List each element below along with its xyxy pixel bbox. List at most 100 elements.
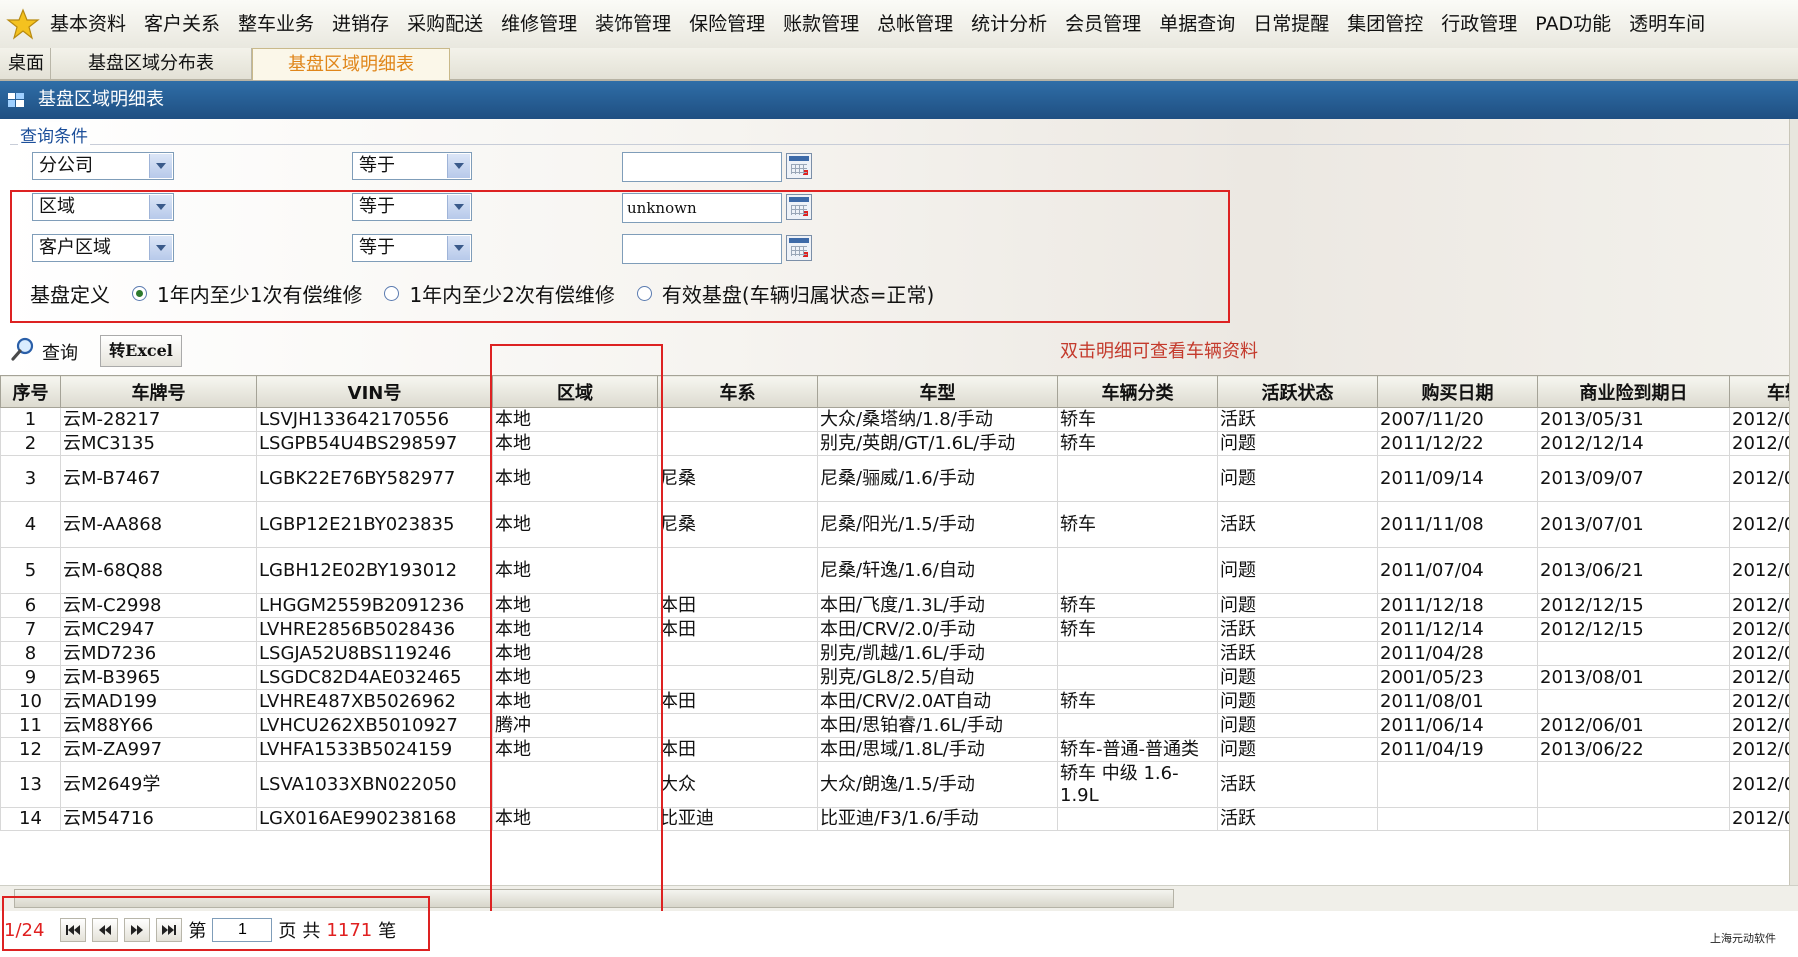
table-cell: 2011/04/28 (1377, 641, 1538, 666)
field-select-branch[interactable]: 分公司 (32, 152, 174, 180)
table-cell: 别克/英朗/GT/1.6L/手动 (817, 431, 1058, 456)
table-header-row: 序号车牌号VIN号区域车系车型车辆分类活跃状态购买日期商业险到期日车辆 (0, 375, 1798, 408)
table-cell: 2011/09/14 (1377, 455, 1538, 502)
chevron-down-icon[interactable] (447, 154, 470, 178)
table-cell: 2011/07/04 (1377, 547, 1538, 594)
column-header[interactable]: 车牌号 (60, 375, 257, 408)
tab-base-region-detail[interactable]: 基盘区域明细表 (252, 48, 450, 80)
table-row[interactable]: 7 云MC2947 LVHRE2856B5028436 本地 本田 本田/CRV/2.0/… (0, 617, 1798, 642)
export-excel-button[interactable]: 转Excel (100, 335, 182, 367)
table-cell: 本田 (657, 737, 818, 762)
table-cell: LGBH12E02BY193012 (256, 547, 493, 594)
column-header[interactable]: 商业险到期日 (1537, 375, 1730, 408)
vertical-scrollbar[interactable] (1789, 119, 1798, 885)
highlight-box-pager (2, 896, 430, 951)
column-header[interactable]: 区域 (492, 375, 658, 408)
menu-item[interactable]: 维修管理 (492, 0, 586, 48)
menu-item[interactable]: 保险管理 (680, 0, 774, 48)
menu-item[interactable]: 采购配送 (398, 0, 492, 48)
table-cell (1057, 547, 1218, 594)
table-cell: LHGGM2559B2091236 (256, 593, 493, 618)
table-cell (1057, 713, 1218, 738)
tab-base-region-distribution[interactable]: 基盘区域分布表 (50, 48, 252, 79)
column-header[interactable]: 活跃状态 (1217, 375, 1378, 408)
table-cell: 本地 (492, 501, 658, 548)
search-icon[interactable] (10, 336, 36, 362)
table-cell: 2012/0 (1729, 737, 1798, 762)
column-header[interactable]: 车型 (817, 375, 1058, 408)
menu-item[interactable]: 日常提醒 (1244, 0, 1338, 48)
table-cell: 2012/0 (1729, 547, 1798, 594)
table-row[interactable]: 6 云M-C2998 LHGGM2559B2091236 本地 本田 本田/飞度/1.3L… (0, 593, 1798, 618)
column-header[interactable]: VIN号 (256, 375, 493, 408)
table-cell: 2012/0 (1729, 455, 1798, 502)
column-header[interactable]: 车辆分类 (1057, 375, 1218, 408)
table-row[interactable]: 13 云M2649学 LSVA1033XBN022050 大众 大众/朗逸/1.5/手动… (0, 761, 1798, 808)
chevron-down-icon[interactable] (149, 154, 172, 178)
table-cell: 2011/12/14 (1377, 617, 1538, 642)
tab-desktop[interactable]: 桌面 (4, 48, 48, 79)
table-cell (657, 641, 818, 666)
column-header[interactable]: 车辆 (1729, 375, 1798, 408)
table-row[interactable]: 10 云MAD199 LVHRE487XB5026962 本地 本田 本田/CRV/2.0… (0, 689, 1798, 714)
table-cell: 问题 (1217, 689, 1378, 714)
table-row[interactable]: 3 云M-B7467 LGBK22E76BY582977 本地 尼桑 尼桑/骊威/1.6/… (0, 455, 1798, 502)
table-cell: 问题 (1217, 455, 1378, 502)
menu-item[interactable]: 基本资料 (48, 0, 135, 48)
table-cell: 2013/06/21 (1537, 547, 1730, 594)
calendar-icon[interactable] (786, 153, 812, 179)
table-row[interactable]: 5 云M-68Q88 LGBH12E02BY193012 本地 尼桑/轩逸/1.6/自动… (0, 547, 1798, 594)
operator-select-branch[interactable]: 等于 (352, 152, 472, 180)
menu-item[interactable]: 统计分析 (962, 0, 1056, 48)
column-header[interactable]: 序号 (0, 375, 61, 408)
favorites-star-icon[interactable] (6, 8, 40, 40)
table-row[interactable]: 14 云M54716 LGX016AE990238168 本地 比亚迪 比亚迪/F3/1.… (0, 807, 1798, 831)
menu-item[interactable]: 总帐管理 (868, 0, 962, 48)
menu-item[interactable]: 单据查询 (1150, 0, 1244, 48)
table-cell: LVHCU262XB5010927 (256, 713, 493, 738)
column-header[interactable]: 购买日期 (1377, 375, 1538, 408)
menu-item[interactable]: 进销存 (323, 0, 398, 48)
table-cell: 本田 (657, 593, 818, 618)
table-cell: 6 (0, 593, 61, 618)
menu-item[interactable]: 账款管理 (774, 0, 868, 48)
table-cell: 尼桑/阳光/1.5/手动 (817, 501, 1058, 548)
menu-item[interactable]: 行政管理 (1432, 0, 1526, 48)
brand-label: 上海元动软件 (1710, 932, 1776, 945)
menu-item[interactable]: 整车业务 (229, 0, 323, 48)
column-header[interactable]: 车系 (657, 375, 818, 408)
table-row[interactable]: 4 云M-AA868 LGBP12E21BY023835 本地 尼桑 尼桑/阳光/1.5/… (0, 501, 1798, 548)
table-row[interactable]: 1 云M-28217 LSVJH133642170556 本地 大众/桑塔纳/1.8/手… (0, 407, 1798, 432)
table-cell: 2013/06/22 (1537, 737, 1730, 762)
table-cell: 轿车 (1057, 689, 1218, 714)
table-row[interactable]: 11 云M88Y66 LVHCU262XB5010927 腾冲 本田/思铂睿/1.6L/… (0, 713, 1798, 738)
table-cell: 别克/凯越/1.6L/手动 (817, 641, 1058, 666)
menu-item[interactable]: 客户关系 (135, 0, 229, 48)
tab-strip: 桌面 基盘区域分布表 基盘区域明细表 (0, 48, 1798, 81)
menu-item[interactable]: 会员管理 (1056, 0, 1150, 48)
table-cell: 云M54716 (60, 807, 257, 831)
table-row[interactable]: 9 云M-B3965 LSGDC82D4AE032465 本地 别克/GL8/2.5/自… (0, 665, 1798, 690)
table-cell: 12 (0, 737, 61, 762)
value-input-branch[interactable] (627, 154, 777, 180)
table-row[interactable]: 8 云MD7236 LSGJA52U8BS119246 本地 别克/凯越/1.6L/手动… (0, 641, 1798, 666)
table-cell: 2013/05/31 (1537, 407, 1730, 432)
menu-item[interactable]: 透明车间 (1620, 0, 1714, 48)
query-button[interactable]: 查询 (42, 340, 78, 368)
table-cell: 云M2649学 (60, 761, 257, 808)
table-cell: 云M-B3965 (60, 665, 257, 690)
menu-item[interactable]: 集团管控 (1338, 0, 1432, 48)
table-cell: 2012/03 (1729, 807, 1798, 831)
table-cell: 2013/09/07 (1537, 455, 1730, 502)
table-cell: 8 (0, 641, 61, 666)
table-cell: 比亚迪 (657, 807, 818, 831)
table-cell: 活跃 (1217, 407, 1378, 432)
query-legend: 查询条件 (18, 122, 90, 147)
menu-item[interactable]: 装饰管理 (586, 0, 680, 48)
table-cell: LVHRE2856B5028436 (256, 617, 493, 642)
table-cell: 云MAD199 (60, 689, 257, 714)
table-cell: 2012/0 (1729, 713, 1798, 738)
table-row[interactable]: 12 云M-ZA997 LVHFA1533B5024159 本地 本田 本田/思域/1.8… (0, 737, 1798, 762)
menu-item[interactable]: PAD功能 (1526, 0, 1620, 48)
table-row[interactable]: 2 云MC3135 LSGPB54U4BS298597 本地 别克/英朗/GT/1.6L… (0, 431, 1798, 456)
